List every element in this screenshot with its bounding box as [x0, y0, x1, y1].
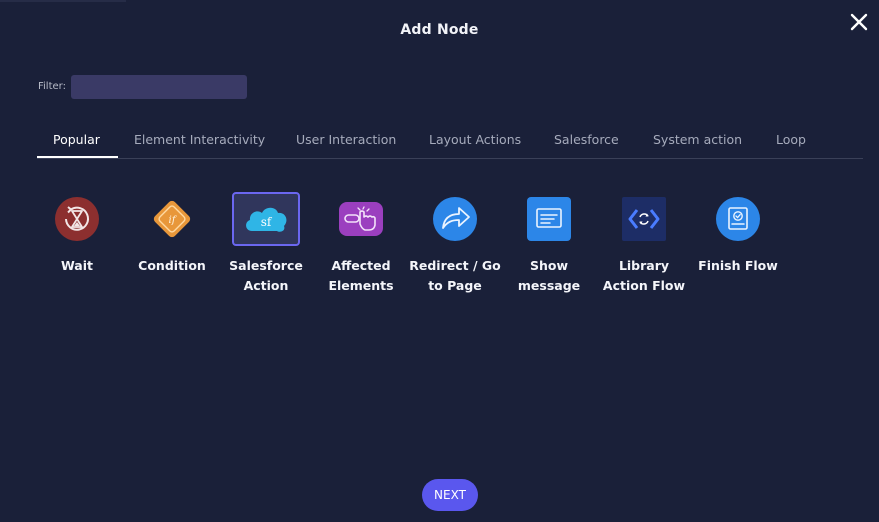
node-affected-elements[interactable]: Affected Elements	[314, 192, 408, 296]
node-wait-icon-box	[43, 192, 111, 246]
message-icon	[527, 197, 571, 241]
node-label: Redirect / Go to Page	[409, 258, 501, 293]
node-label: Condition	[138, 258, 206, 273]
tab-popular[interactable]: Popular	[53, 132, 100, 147]
node-condition-icon-box: if	[138, 192, 206, 246]
node-label: Show message	[517, 258, 581, 293]
tab-layout-actions[interactable]: Layout Actions	[429, 132, 521, 147]
close-icon	[850, 13, 868, 31]
node-finish-flow-icon-box	[704, 192, 772, 246]
close-button[interactable]	[847, 10, 871, 34]
node-show-message[interactable]: Show message	[502, 192, 596, 296]
filter-label: Filter:	[38, 81, 66, 92]
node-label: Wait	[60, 258, 94, 273]
node-show-message-icon-box	[515, 192, 583, 246]
tab-system-action[interactable]: System action	[653, 132, 742, 147]
category-tabs: Popular Element Interactivity User Inter…	[37, 126, 863, 159]
node-affected-elements-icon-box	[327, 192, 395, 246]
tab-loop[interactable]: Loop	[776, 132, 806, 147]
tab-element-interactivity[interactable]: Element Interactivity	[134, 132, 265, 147]
node-library-action-flow-icon-box	[610, 192, 678, 246]
pointer-hand-icon	[339, 202, 383, 236]
node-library-action-flow[interactable]: Library Action Flow	[597, 192, 691, 296]
node-salesforce-action[interactable]: sf Salesforce Action	[219, 192, 313, 296]
salesforce-cloud-icon: sf	[246, 207, 287, 232]
top-strip	[0, 0, 126, 2]
node-label: Affected Elements	[328, 258, 394, 293]
node-label: Finish Flow	[698, 258, 778, 273]
node-redirect-icon-box	[421, 192, 489, 246]
node-salesforce-action-icon-box: sf	[232, 192, 300, 246]
library-flow-icon	[622, 197, 666, 241]
filter-input[interactable]	[71, 75, 247, 99]
hourglass-icon	[55, 197, 99, 241]
node-wait[interactable]: Wait	[30, 192, 124, 276]
node-condition[interactable]: if Condition	[125, 192, 219, 276]
finish-flow-icon	[716, 197, 760, 241]
node-redirect-go-to-page[interactable]: Redirect / Go to Page	[408, 192, 502, 296]
add-node-dialog: Add Node Filter: Popular Element Interac…	[0, 0, 879, 522]
condition-diamond-icon: if	[153, 200, 191, 238]
node-label: Salesforce Action	[229, 258, 303, 293]
node-label: Library Action Flow	[602, 258, 686, 293]
next-button[interactable]: NEXT	[422, 479, 478, 511]
tab-salesforce[interactable]: Salesforce	[554, 132, 619, 147]
redirect-arrow-icon	[433, 197, 477, 241]
tab-user-interaction[interactable]: User Interaction	[296, 132, 396, 147]
active-tab-indicator	[37, 156, 118, 158]
node-finish-flow[interactable]: Finish Flow	[691, 192, 785, 276]
dialog-title: Add Node	[400, 22, 479, 38]
svg-text:sf: sf	[261, 215, 273, 229]
